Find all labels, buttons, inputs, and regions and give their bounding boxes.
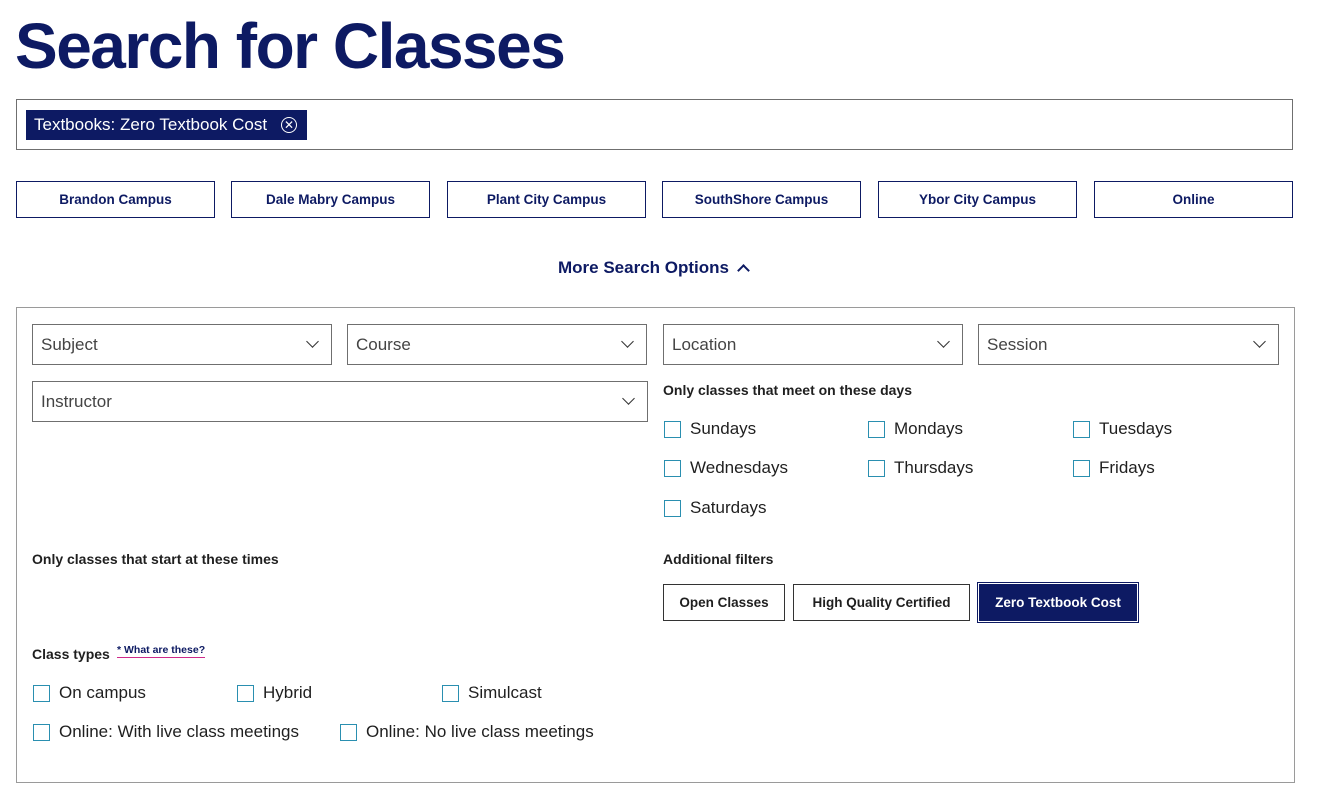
chevron-down-icon [1253, 335, 1266, 348]
chevron-down-icon [621, 335, 634, 348]
subject-select[interactable]: Subject [32, 324, 332, 365]
more-search-options-toggle[interactable]: More Search Options [558, 258, 750, 278]
chevron-down-icon [622, 392, 635, 405]
checkbox-label: Hybrid [263, 683, 313, 702]
chevron-up-icon [737, 264, 750, 277]
campus-button-ybor-city[interactable]: Ybor City Campus [878, 181, 1077, 218]
checkbox-label: Sundays [690, 419, 757, 438]
circle-x-icon[interactable]: ✕ [281, 117, 298, 133]
instructor-select-value: Instructor [41, 391, 112, 411]
checkbox-box[interactable] [1073, 420, 1090, 438]
campus-buttons: Brandon Campus Dale Mabry Campus Plant C… [16, 181, 1294, 218]
checkbox-fridays[interactable]: Fridays [1073, 458, 1155, 478]
campus-button-brandon[interactable]: Brandon Campus [16, 181, 215, 218]
course-select[interactable]: Course [347, 324, 647, 365]
active-filter-label: Textbooks: Zero Textbook Cost [34, 115, 268, 134]
checkbox-label: Online: With live class meetings [59, 722, 299, 741]
page-title: Search for Classes [15, 10, 566, 82]
campus-button-online[interactable]: Online [1094, 181, 1293, 218]
search-filter-box[interactable]: Textbooks: Zero Textbook Cost ✕ [16, 99, 1293, 150]
checkbox-label: Online: No live class meetings [366, 722, 594, 741]
chevron-down-icon [937, 335, 950, 348]
checkbox-box[interactable] [33, 723, 50, 741]
session-select-value: Session [987, 334, 1048, 354]
open-classes-button[interactable]: Open Classes [663, 584, 785, 621]
checkbox-box[interactable] [664, 420, 681, 438]
search-options-panel [16, 307, 1295, 783]
high-quality-certified-button[interactable]: High Quality Certified [793, 584, 970, 621]
checkbox-label: Wednesdays [690, 458, 788, 477]
checkbox-label: On campus [59, 683, 146, 702]
zero-textbook-cost-button[interactable]: Zero Textbook Cost [977, 582, 1139, 623]
campus-button-dale-mabry[interactable]: Dale Mabry Campus [231, 181, 430, 218]
checkbox-box[interactable] [664, 459, 681, 477]
checkbox-wednesdays[interactable]: Wednesdays [664, 458, 788, 478]
checkbox-simulcast[interactable]: Simulcast [442, 683, 542, 703]
checkbox-label: Mondays [894, 419, 963, 438]
checkbox-box[interactable] [1073, 459, 1090, 477]
chevron-down-icon [306, 335, 319, 348]
campus-button-southshore[interactable]: SouthShore Campus [662, 181, 861, 218]
subject-select-value: Subject [41, 334, 98, 354]
checkbox-mondays[interactable]: Mondays [868, 419, 963, 439]
instructor-select[interactable]: Instructor [32, 381, 648, 422]
additional-filters-label: Additional filters [663, 551, 774, 567]
campus-button-plant-city[interactable]: Plant City Campus [447, 181, 646, 218]
checkbox-label: Thursdays [894, 458, 974, 477]
what-are-these-link[interactable]: * What are these? [117, 644, 206, 658]
checkbox-box[interactable] [868, 420, 885, 438]
checkbox-label: Tuesdays [1099, 419, 1173, 438]
checkbox-hybrid[interactable]: Hybrid [237, 683, 312, 703]
checkbox-tuesdays[interactable]: Tuesdays [1073, 419, 1172, 439]
checkbox-box[interactable] [664, 499, 681, 517]
checkbox-box[interactable] [340, 723, 357, 741]
checkbox-box[interactable] [442, 684, 459, 702]
times-label: Only classes that start at these times [32, 551, 279, 567]
session-select[interactable]: Session [978, 324, 1279, 365]
checkbox-online-no-live[interactable]: Online: No live class meetings [340, 722, 594, 742]
checkbox-on-campus[interactable]: On campus [33, 683, 146, 703]
days-label: Only classes that meet on these days [663, 382, 912, 398]
checkbox-saturdays[interactable]: Saturdays [664, 498, 767, 518]
checkbox-sundays[interactable]: Sundays [664, 419, 756, 439]
location-select[interactable]: Location [663, 324, 963, 365]
checkbox-box[interactable] [868, 459, 885, 477]
checkbox-thursdays[interactable]: Thursdays [868, 458, 973, 478]
class-types-label: Class types [32, 646, 110, 662]
more-search-options-label: More Search Options [558, 258, 729, 277]
checkbox-box[interactable] [33, 684, 50, 702]
active-filter-chip: Textbooks: Zero Textbook Cost ✕ [26, 110, 308, 140]
checkbox-label: Fridays [1099, 458, 1155, 477]
checkbox-online-live[interactable]: Online: With live class meetings [33, 722, 299, 742]
location-select-value: Location [672, 334, 737, 354]
checkbox-label: Saturdays [690, 498, 767, 517]
checkbox-label: Simulcast [468, 683, 542, 702]
checkbox-box[interactable] [237, 684, 254, 702]
course-select-value: Course [356, 334, 411, 354]
